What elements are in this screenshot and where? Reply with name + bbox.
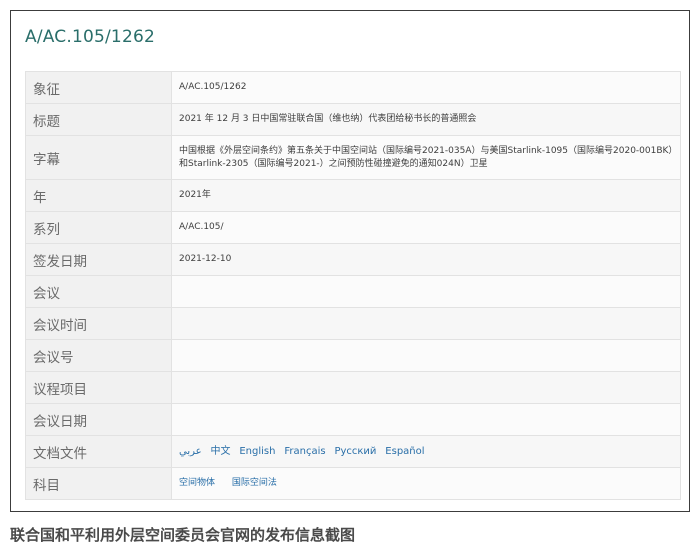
lang-link-chinese[interactable]: 中文 (210, 446, 230, 457)
subject-links: 空间物体 国际空间法 (171, 467, 681, 500)
row-meeting-date: 会议日期 (25, 403, 681, 436)
subject-link-space-law[interactable]: 国际空间法 (232, 478, 277, 488)
value-meeting (171, 275, 681, 308)
row-meeting-number: 会议号 (25, 339, 681, 372)
metadata-table: 象征 A/AC.105/1262 标题 2021 年 12 月 3 日中国常驻联… (25, 71, 681, 500)
row-title: 标题 2021 年 12 月 3 日中国常驻联合国（维也纳）代表团给秘书长的普通… (25, 103, 681, 136)
row-series: 系列 A/AC.105/ (25, 211, 681, 244)
row-symbol: 象征 A/AC.105/1262 (25, 71, 681, 104)
label-meeting-number: 会议号 (25, 339, 172, 372)
value-meeting-number (171, 339, 681, 372)
label-subtitle: 字幕 (25, 135, 172, 180)
value-meeting-time (171, 307, 681, 340)
label-subjects: 科目 (25, 467, 172, 500)
label-year: 年 (25, 179, 172, 212)
value-series: A/AC.105/ (171, 211, 681, 244)
label-series: 系列 (25, 211, 172, 244)
row-subtitle: 字幕 中国根据《外层空间条约》第五条关于中国空间站（国际编号2021-035A）… (25, 135, 681, 180)
value-title: 2021 年 12 月 3 日中国常驻联合国（维也纳）代表团给秘书长的普通照会 (171, 103, 681, 136)
row-agenda-item: 议程项目 (25, 371, 681, 404)
value-issue-date: 2021-12-10 (171, 243, 681, 276)
subject-link-space-objects[interactable]: 空间物体 (179, 478, 215, 488)
row-document-files: 文档文件 عربي 中文 English Français Русский Es… (25, 435, 681, 468)
row-subjects: 科目 空间物体 国际空间法 (25, 467, 681, 500)
row-meeting: 会议 (25, 275, 681, 308)
value-subtitle: 中国根据《外层空间条约》第五条关于中国空间站（国际编号2021-035A）与美国… (171, 135, 681, 180)
lang-link-french[interactable]: Français (284, 446, 325, 457)
lang-link-spanish[interactable]: Español (385, 446, 424, 457)
label-meeting: 会议 (25, 275, 172, 308)
label-agenda-item: 议程项目 (25, 371, 172, 404)
value-year: 2021年 (171, 179, 681, 212)
value-meeting-date (171, 403, 681, 436)
label-document-files: 文档文件 (25, 435, 172, 468)
label-issue-date: 签发日期 (25, 243, 172, 276)
label-meeting-date: 会议日期 (25, 403, 172, 436)
label-title: 标题 (25, 103, 172, 136)
label-symbol: 象征 (25, 71, 172, 104)
value-symbol: A/AC.105/1262 (171, 71, 681, 104)
lang-link-russian[interactable]: Русский (334, 446, 376, 457)
image-caption: 联合国和平利用外层空间委员会官网的发布信息截图 (10, 526, 356, 544)
label-meeting-time: 会议时间 (25, 307, 172, 340)
document-language-links: عربي 中文 English Français Русский Español (171, 435, 681, 468)
document-symbol-title: A/AC.105/1262 (25, 27, 156, 47)
lang-link-english[interactable]: English (239, 446, 275, 457)
value-agenda-item (171, 371, 681, 404)
document-record-panel: A/AC.105/1262 象征 A/AC.105/1262 标题 2021 年… (10, 10, 690, 512)
lang-link-arabic[interactable]: عربي (179, 446, 202, 457)
row-issue-date: 签发日期 2021-12-10 (25, 243, 681, 276)
row-meeting-time: 会议时间 (25, 307, 681, 340)
row-year: 年 2021年 (25, 179, 681, 212)
